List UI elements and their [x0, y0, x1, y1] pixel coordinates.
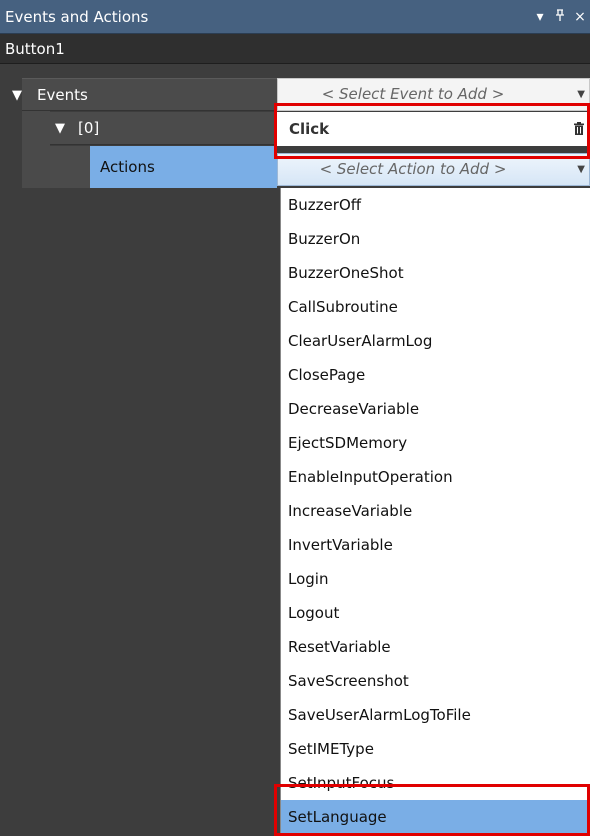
highlight-click-event: [274, 103, 590, 159]
action-option-clearuseralarmlog[interactable]: ClearUserAlarmLog: [281, 324, 590, 358]
highlight-setlanguage-option: [274, 784, 590, 836]
action-option-callsubroutine[interactable]: CallSubroutine: [281, 290, 590, 324]
action-option-enableinputoperation[interactable]: EnableInputOperation: [281, 460, 590, 494]
close-icon[interactable]: ×: [570, 0, 590, 34]
pin-icon-graphic: [556, 9, 564, 21]
panel-controls: ▾ ×: [530, 0, 590, 34]
tree-node-event-0[interactable]: ▼ [0]: [50, 112, 277, 145]
action-option-buzzeroneshot[interactable]: BuzzerOneShot: [281, 256, 590, 290]
action-option-decreasevariable[interactable]: DecreaseVariable: [281, 392, 590, 426]
tree-node-actions[interactable]: Actions: [90, 146, 277, 188]
tree-gutter: [0, 64, 22, 836]
action-option-invertvariable[interactable]: InvertVariable: [281, 528, 590, 562]
events-label: Events: [37, 86, 88, 104]
action-option-logout[interactable]: Logout: [281, 596, 590, 630]
action-option-buzzeroff[interactable]: BuzzerOff: [281, 188, 590, 222]
action-option-buzzeron[interactable]: BuzzerOn: [281, 222, 590, 256]
action-option-closepage[interactable]: ClosePage: [281, 358, 590, 392]
action-option-login[interactable]: Login: [281, 562, 590, 596]
panel-menu-icon[interactable]: ▾: [530, 0, 550, 34]
action-dropdown-list: BuzzerOff BuzzerOn BuzzerOneShot CallSub…: [280, 188, 590, 836]
tree-node-events[interactable]: ▼ Events: [12, 78, 277, 111]
action-option-ejectsdmemory[interactable]: EjectSDMemory: [281, 426, 590, 460]
action-option-savescreenshot[interactable]: SaveScreenshot: [281, 664, 590, 698]
expand-events-icon[interactable]: ▼: [12, 79, 22, 112]
expand-event-0-icon[interactable]: ▼: [55, 112, 65, 145]
actions-label: Actions: [100, 158, 155, 176]
panel-title: Events and Actions: [5, 8, 149, 26]
events-and-actions-panel: Events and Actions ▾ × Button1 ▼ Events …: [0, 0, 590, 836]
action-option-increasevariable[interactable]: IncreaseVariable: [281, 494, 590, 528]
object-name: Button1: [5, 40, 65, 58]
action-option-setimetype[interactable]: SetIMEType: [281, 732, 590, 766]
object-name-row: Button1: [0, 34, 590, 64]
event-index-label: [0]: [78, 119, 100, 137]
panel-title-bar: Events and Actions ▾ ×: [0, 0, 590, 34]
action-option-saveuseralarmlogtofile[interactable]: SaveUserAlarmLogToFile: [281, 698, 590, 732]
pin-icon[interactable]: [550, 0, 570, 34]
action-option-resetvariable[interactable]: ResetVariable: [281, 630, 590, 664]
actions-indent: [50, 146, 90, 188]
